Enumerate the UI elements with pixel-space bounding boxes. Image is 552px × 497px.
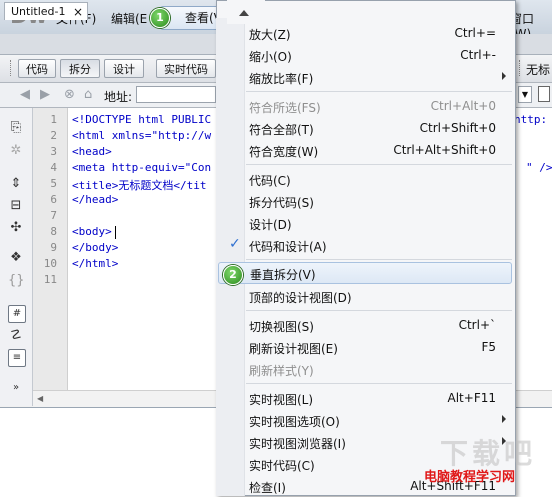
split-view-button[interactable]: 拆分 bbox=[60, 59, 100, 78]
live-code-button[interactable]: 实时代码 bbox=[156, 59, 216, 78]
view-menu-items: 放大(Z) Ctrl+= 缩小(O) Ctrl+- 缩放比率(F) 符合所选(FS)… bbox=[216, 22, 516, 496]
menu-item-fit-all[interactable]: 符合全部(T) Ctrl+Shift+0 bbox=[216, 117, 514, 139]
menu-item-live-view-options[interactable]: 实时视图选项(O) bbox=[216, 409, 514, 431]
line-number: 7 bbox=[50, 209, 57, 222]
document-tab[interactable]: Untitled-1 × bbox=[4, 2, 88, 20]
menu-item-zoom-in[interactable]: 放大(Z) Ctrl+= bbox=[216, 22, 514, 44]
code-line: <!DOCTYPE html PUBLIC bbox=[72, 113, 212, 126]
checkmark-icon: ✓ bbox=[229, 236, 241, 252]
line-number: 2 bbox=[50, 129, 57, 142]
line-number-gutter: 1 2 3 4 5 6 7 8 9 10 11 bbox=[33, 108, 68, 390]
more-tools-icon[interactable]: » bbox=[8, 380, 24, 396]
code-line: </body> bbox=[72, 241, 119, 254]
menu-item-vertical-split[interactable]: 垂直拆分(V) bbox=[218, 262, 512, 284]
code-line-overflow: http: bbox=[514, 113, 548, 126]
watermark-text: 电脑教程学习网 bbox=[424, 470, 516, 485]
code-line: <title>无标题文档</tit bbox=[72, 179, 207, 192]
menu-separator bbox=[246, 164, 512, 165]
design-view-button[interactable]: 设计 bbox=[104, 59, 144, 78]
menu-item-code-and-design[interactable]: 代码和设计(A) bbox=[216, 234, 514, 256]
code-line: </head> bbox=[72, 193, 119, 206]
code-line-overflow: " /> bbox=[526, 161, 552, 174]
code-line: <meta http-equiv="Con bbox=[72, 161, 212, 174]
code-line: <head> bbox=[72, 145, 112, 158]
line-number: 5 bbox=[50, 177, 57, 190]
text-cursor bbox=[115, 226, 116, 239]
page-view-icon[interactable] bbox=[538, 86, 550, 102]
menu-item-refresh-design-view[interactable]: 刷新设计视图(E) F5 bbox=[216, 336, 514, 358]
settings-icon[interactable]: ✲ bbox=[8, 143, 24, 159]
menu-edit[interactable]: 编辑(E bbox=[111, 10, 147, 27]
line-number: 4 bbox=[50, 161, 57, 174]
menu-separator bbox=[246, 259, 512, 260]
select-parent-tag-icon[interactable]: ❖ bbox=[8, 250, 24, 266]
step-2-badge: 2 bbox=[223, 265, 243, 285]
title-field-label: 无标 bbox=[526, 63, 551, 77]
forward-icon[interactable]: ▶ bbox=[40, 87, 50, 102]
menu-item-live-view[interactable]: 实时视图(L) Alt+F11 bbox=[216, 387, 514, 409]
toolbar-grip bbox=[10, 60, 15, 76]
submenu-arrow-icon bbox=[502, 415, 506, 423]
open-documents-icon[interactable]: ⎘ bbox=[8, 120, 24, 136]
menu-item-zoom-out[interactable]: 缩小(O) Ctrl+- bbox=[216, 44, 514, 66]
stop-icon[interactable]: ⊗ bbox=[64, 87, 75, 102]
highlight-invalid-icon[interactable]: ☡ bbox=[8, 328, 24, 344]
line-number: 1 bbox=[50, 113, 57, 126]
menu-item-design[interactable]: 设计(D) bbox=[216, 212, 514, 234]
menu-item-fit-width[interactable]: 符合宽度(W) Ctrl+Alt+Shift+0 bbox=[216, 139, 514, 161]
code-line: </html> bbox=[72, 257, 119, 270]
menu-separator bbox=[246, 383, 512, 384]
address-label: 地址: bbox=[104, 90, 133, 104]
line-numbers-icon[interactable]: # bbox=[8, 305, 26, 323]
code-line: <body> bbox=[72, 225, 112, 238]
scroll-up-icon[interactable] bbox=[239, 10, 249, 16]
document-tab-label: Untitled-1 bbox=[11, 5, 66, 18]
collapse-tag-icon[interactable]: ⇕ bbox=[8, 176, 24, 192]
line-number: 6 bbox=[50, 193, 57, 206]
line-number: 9 bbox=[50, 241, 57, 254]
line-number: 11 bbox=[43, 273, 57, 286]
submenu-arrow-icon bbox=[502, 72, 506, 80]
home-icon[interactable]: ⌂ bbox=[84, 87, 92, 102]
collapse-selection-icon[interactable]: ⊟ bbox=[8, 198, 24, 214]
code-view-button[interactable]: 代码 bbox=[18, 59, 56, 78]
menu-item-fit-selection: 符合所选(FS) Ctrl+Alt+0 bbox=[249, 99, 496, 115]
line-number: 8 bbox=[50, 225, 57, 238]
menu-item-zoom-ratio[interactable]: 缩放比率(F) bbox=[216, 66, 514, 88]
menu-separator bbox=[246, 91, 512, 92]
line-number: 10 bbox=[43, 257, 57, 270]
address-dropdown-icon[interactable]: ▼ bbox=[518, 86, 532, 103]
balance-braces-icon[interactable]: {} bbox=[8, 273, 25, 289]
close-icon[interactable]: × bbox=[73, 3, 83, 21]
menu-item-switch-views[interactable]: 切换视图(S) Ctrl+` bbox=[216, 314, 514, 336]
menu-item-code[interactable]: 代码(C) bbox=[216, 168, 514, 190]
scroll-left-icon[interactable]: ◀ bbox=[37, 394, 43, 403]
step-1-badge: 1 bbox=[150, 8, 170, 28]
word-wrap-icon[interactable]: ≡ bbox=[8, 349, 26, 367]
toolbar-grip-right bbox=[519, 60, 524, 76]
menu-item-split-code[interactable]: 拆分代码(S) bbox=[216, 190, 514, 212]
code-line: <html xmlns="http://w bbox=[72, 129, 212, 142]
back-icon[interactable]: ◀ bbox=[20, 87, 30, 102]
menu-item-design-view-on-top[interactable]: 顶部的设计视图(D) bbox=[216, 285, 514, 307]
menu-separator bbox=[246, 310, 512, 311]
address-input[interactable] bbox=[136, 86, 216, 103]
expand-all-icon[interactable]: ✣ bbox=[8, 220, 24, 236]
menu-item-refresh-styles: 刷新样式(Y) bbox=[249, 364, 314, 378]
line-number: 3 bbox=[50, 145, 57, 158]
